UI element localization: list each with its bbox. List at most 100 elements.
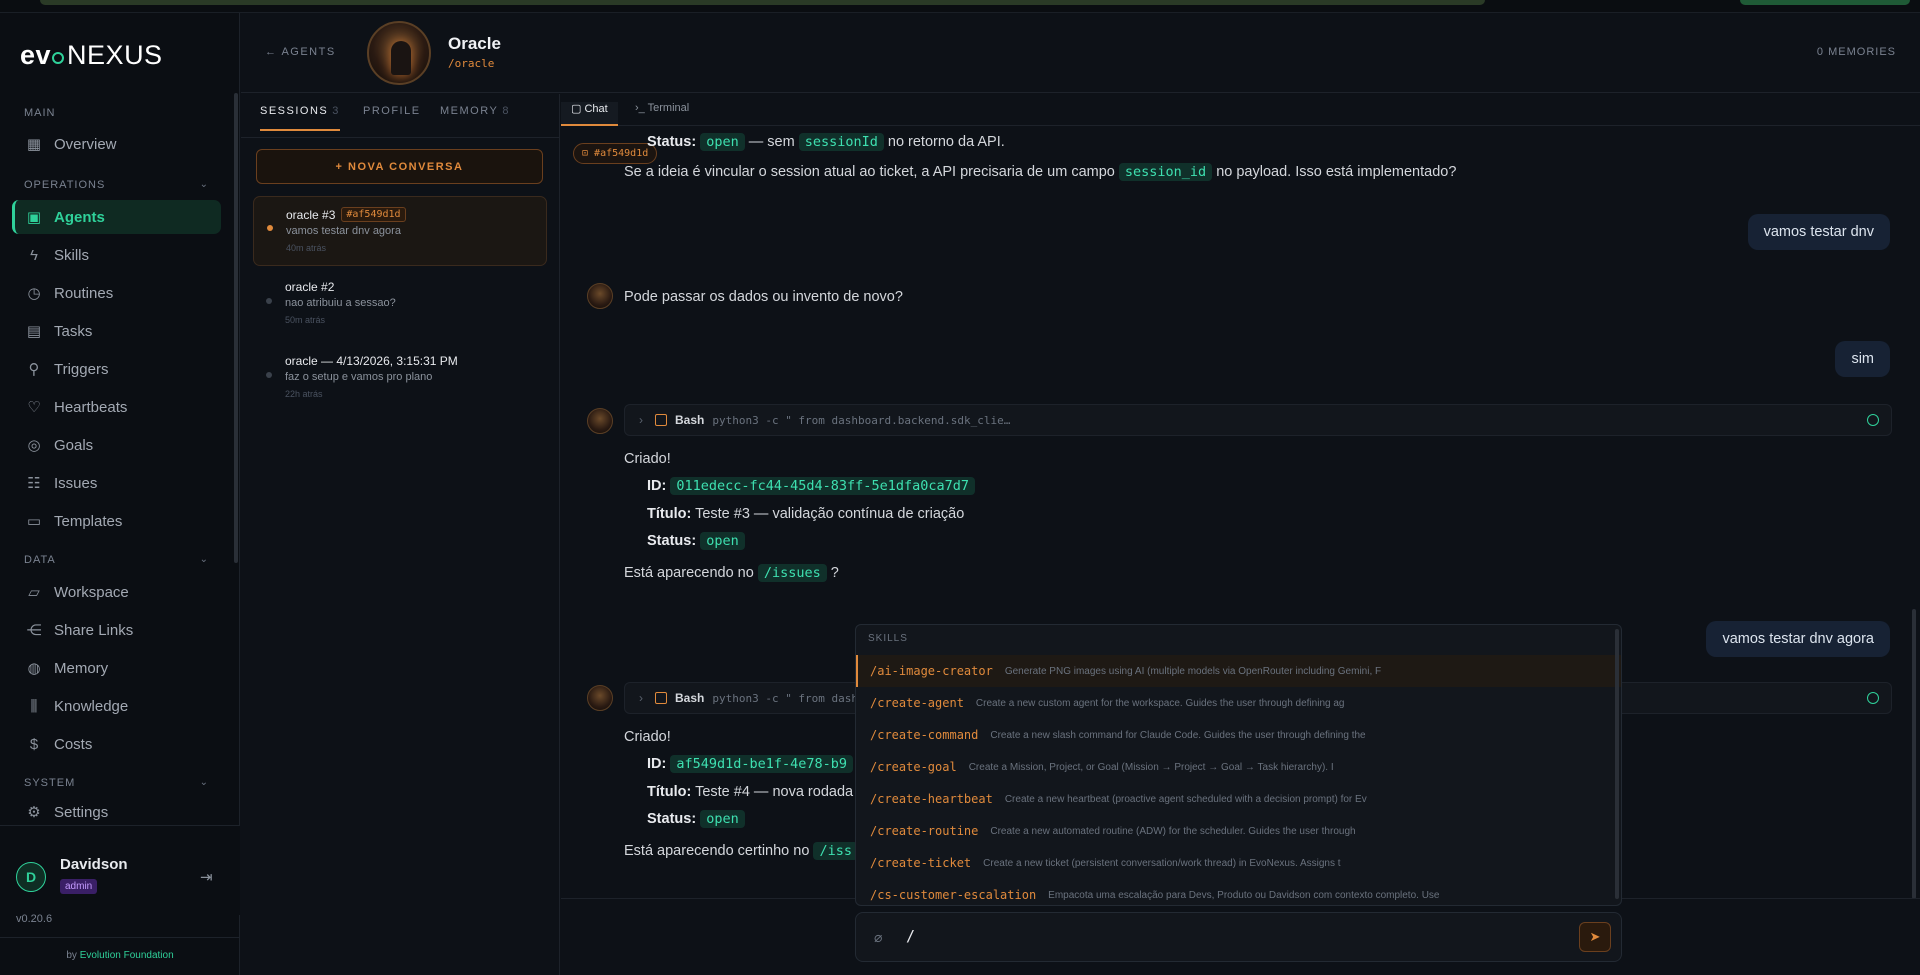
message-text: ID: 011edecc-fc44-45d4-83ff-5e1dfa0ca7d7 xyxy=(647,477,975,495)
agent-avatar xyxy=(587,685,613,711)
timestamp: 22h atrás xyxy=(285,389,323,399)
agent-avatar xyxy=(587,408,613,434)
message-text: Status: open xyxy=(647,810,745,828)
skill-option[interactable]: /create-ticket Create a new ticket (persi… xyxy=(856,847,1621,879)
skill-option[interactable]: /create-routine Create a new automated ro… xyxy=(856,815,1621,847)
chevron-down-icon: ⌄ xyxy=(199,777,209,788)
skill-option[interactable]: /cs-customer-escalation Empacota uma esca… xyxy=(856,879,1621,905)
sidebar-item-costs[interactable]: $ Costs xyxy=(12,727,221,761)
new-conversation-button[interactable]: + NOVA CONVERSA xyxy=(256,149,543,184)
gear-icon: ⚙ xyxy=(27,804,41,821)
share-icon: ⋲ xyxy=(26,622,42,639)
sessions-tabs: SESSIONS 3 PROFILE MEMORY 8 xyxy=(241,94,560,138)
tool-call-block[interactable]: › Bash python3 -c " from dashboard.backend… xyxy=(624,404,1892,436)
message-text: Título: Teste #4 — nova rodada xyxy=(647,784,854,800)
sidebar-item-goals[interactable]: ◎ Goals xyxy=(12,428,221,462)
session-item[interactable]: oracle — 4/13/2026, 3:15:31 PM faz o set… xyxy=(253,344,547,414)
user-card: D Davidson admin ⇥ xyxy=(0,825,240,915)
skill-option[interactable]: /create-heartbeat Create a new heartbeat … xyxy=(856,783,1621,815)
sidebar-item-agents[interactable]: ▣ Agents xyxy=(12,200,221,234)
session-item[interactable]: oracle #2 nao atribuiu a sessao? 50m atr… xyxy=(253,270,547,340)
message-text: Criado! xyxy=(624,729,671,745)
sidebar-item-tasks[interactable]: ▤ Tasks xyxy=(12,314,221,348)
message-input[interactable]: / xyxy=(906,927,915,945)
clock-icon: ◷ xyxy=(27,285,41,302)
back-to-agents-link[interactable]: ← AGENTS xyxy=(265,46,336,58)
send-button[interactable]: ➤ xyxy=(1579,922,1611,952)
message-text: Status: open xyxy=(647,532,745,550)
section-system-label[interactable]: SYSTEM ⌄ xyxy=(24,777,209,789)
chat-icon: ▢ xyxy=(571,103,582,115)
sidebar-item-knowledge[interactable]: ⫼ Knowledge xyxy=(12,689,221,723)
chevron-down-icon: ⌄ xyxy=(199,179,209,190)
heart-icon: ♡ xyxy=(27,399,41,416)
dropdown-scrollbar[interactable] xyxy=(1615,629,1619,899)
session-item[interactable]: oracle #3 #af549d1d vamos testar dnv agor… xyxy=(253,196,547,266)
check-circle-icon xyxy=(1867,414,1879,426)
avatar[interactable]: D xyxy=(16,862,46,892)
session-tag-chip[interactable]: ⊡ #af549d1d xyxy=(573,143,658,164)
tab-sessions[interactable]: SESSIONS 3 xyxy=(260,105,340,131)
chevron-down-icon: ⌄ xyxy=(199,554,209,565)
agent-slug: /oracle xyxy=(448,57,495,70)
section-operations-label[interactable]: OPERATIONS ⌄ xyxy=(24,179,209,191)
section-data-label[interactable]: DATA ⌄ xyxy=(24,554,209,566)
skill-option[interactable]: /create-agent Create a new custom agent f… xyxy=(856,687,1621,719)
status-dot xyxy=(266,372,272,378)
message-text: Título: Teste #3 — validação contínua de… xyxy=(647,506,965,522)
skill-option[interactable]: /create-goal Create a Mission, Project, o… xyxy=(856,751,1621,783)
sidebar-item-skills[interactable]: ϟ Skills xyxy=(12,238,221,272)
bolt-icon: ϟ xyxy=(30,246,38,264)
message-text: ID: af549d1d-be1f-4e78-b9 xyxy=(647,755,854,773)
sidebar-item-templates[interactable]: ▭ Templates xyxy=(12,504,221,538)
message-text: Está aparecendo certinho no /iss xyxy=(624,842,858,860)
skill-option[interactable]: /create-command Create a new slash comman… xyxy=(856,719,1621,751)
sidebar-item-issues[interactable]: ☷ Issues xyxy=(12,466,221,500)
tab-memory[interactable]: MEMORY 8 xyxy=(440,105,510,129)
session-tag: #af549d1d xyxy=(341,207,406,222)
sidebar-item-heartbeats[interactable]: ♡ Heartbeats xyxy=(12,390,221,424)
sidebar-item-routines[interactable]: ◷ Routines xyxy=(12,276,221,310)
send-icon: ➤ xyxy=(1589,929,1601,944)
file-icon: ▭ xyxy=(26,513,42,530)
message-text: Status: open — sem sessionId no retorno … xyxy=(647,133,1005,151)
terminal-icon: ›_ xyxy=(635,102,645,114)
tab-profile[interactable]: PROFILE xyxy=(363,105,421,129)
chat-scrollbar[interactable] xyxy=(1912,609,1916,899)
agent-name: Oracle xyxy=(448,34,501,53)
target-icon: ◎ xyxy=(27,437,41,454)
brain-icon: ◍ xyxy=(27,660,41,677)
calendar-icon: ▤ xyxy=(26,323,42,340)
section-main-label: MAIN xyxy=(24,107,56,119)
check-circle-icon xyxy=(1867,692,1879,704)
sidebar-item-workspace[interactable]: ▱ Workspace xyxy=(12,575,221,609)
role-badge: admin xyxy=(60,879,98,894)
library-icon: ⫼ xyxy=(30,697,38,715)
sidebar-item-overview[interactable]: ▦ Overview xyxy=(12,127,221,161)
status-dot xyxy=(266,298,272,304)
top-strip xyxy=(0,0,1920,13)
user-name: Davidson xyxy=(60,856,128,873)
status-dot xyxy=(267,225,273,231)
tab-chat[interactable]: ▢ Chat xyxy=(561,102,618,126)
tab-terminal[interactable]: ›_ Terminal xyxy=(625,102,699,126)
sidebar-item-memory[interactable]: ◍ Memory xyxy=(12,651,221,685)
bot-icon: ▣ xyxy=(26,209,42,226)
user-message: sim xyxy=(1835,341,1890,377)
skill-option[interactable]: /ai-image-creator Generate PNG images usi… xyxy=(856,655,1621,687)
message-input-box[interactable]: ⌀ / ➤ xyxy=(855,912,1622,962)
sidebar-item-settings[interactable]: ⚙ Settings xyxy=(12,798,221,826)
chevron-right-icon: › xyxy=(639,413,643,427)
message-text: Se a ideia é vincular o session atual ao… xyxy=(624,163,1457,181)
sidebar-item-triggers[interactable]: ⚲ Triggers xyxy=(12,352,221,386)
version-label: v0.20.6 xyxy=(16,913,53,925)
footer-credit: by Evolution Foundation xyxy=(0,937,240,961)
message-text: Pode passar os dados ou invento de novo? xyxy=(624,289,903,305)
sidebar-item-share-links[interactable]: ⋲ Share Links xyxy=(12,613,221,647)
user-message: vamos testar dnv agora xyxy=(1706,621,1890,657)
logo[interactable]: ev NEXUS xyxy=(20,37,163,73)
dropdown-header: SKILLS xyxy=(868,633,908,644)
logout-icon[interactable]: ⇥ xyxy=(200,868,213,886)
sidebar-scrollbar[interactable] xyxy=(234,93,238,563)
paperclip-icon[interactable]: ⌀ xyxy=(874,929,882,946)
